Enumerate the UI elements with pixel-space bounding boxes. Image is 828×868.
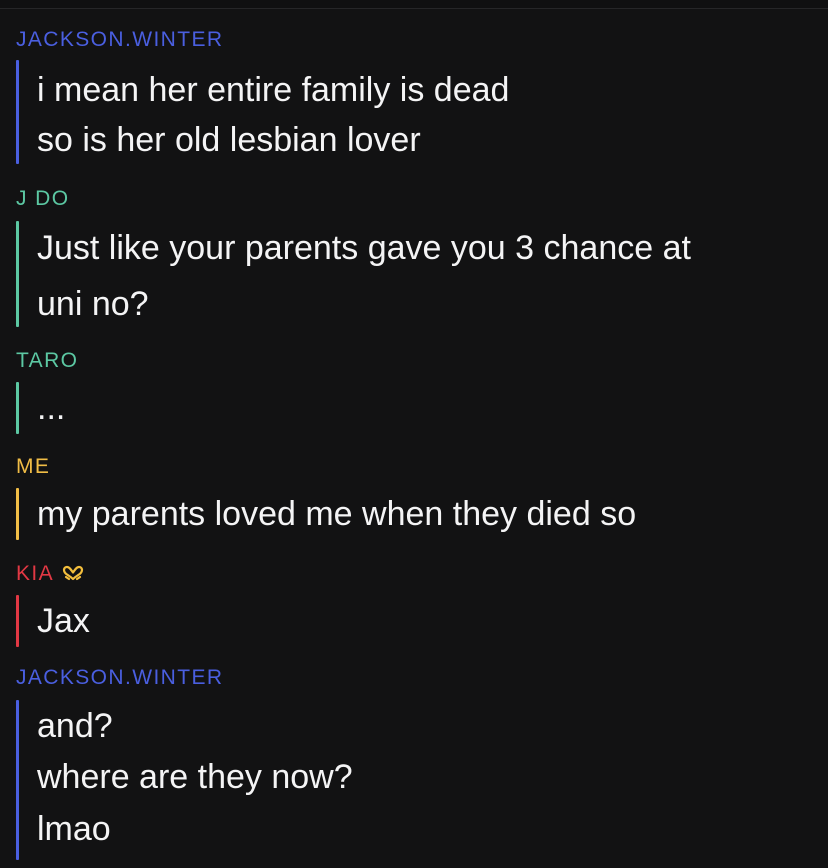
message-author-name: KIA (16, 562, 55, 585)
chat-log: JACKSON.WINTER i mean her entire family … (0, 0, 828, 868)
message-line: where are they now? (37, 758, 353, 796)
message-body: Jax (16, 595, 806, 647)
chat-message: JACKSON.WINTER and? where are they now? … (16, 666, 816, 860)
message-body: and? where are they now? lmao (16, 700, 806, 860)
message-author[interactable]: ME (16, 455, 816, 479)
message-line: so is her old lesbian lover (37, 121, 421, 159)
message-line: Jax (37, 602, 90, 640)
chat-message: TARO ... (16, 349, 816, 434)
message-line: ... (37, 389, 66, 427)
message-author[interactable]: J DO (16, 187, 816, 211)
message-author[interactable]: JACKSON.WINTER (16, 28, 816, 52)
message-color-bar (16, 488, 19, 540)
message-body: ... (16, 382, 806, 434)
chat-message: JACKSON.WINTER i mean her entire family … (16, 28, 816, 164)
message-line: and? (37, 707, 113, 745)
heart-hands-emoji-icon (62, 563, 84, 581)
message-line: lmao (37, 810, 111, 848)
message-color-bar (16, 595, 19, 647)
message-line: i mean her entire family is dead (37, 71, 510, 109)
message-body: my parents loved me when they died so (16, 488, 806, 540)
message-body: i mean her entire family is dead so is h… (16, 60, 806, 164)
chat-message: J DO Just like your parents gave you 3 c… (16, 187, 816, 327)
chat-message: KIA Jax (16, 562, 816, 647)
message-line: Just like your parents gave you 3 chance… (37, 229, 691, 267)
message-color-bar (16, 60, 19, 164)
chat-message: ME my parents loved me when they died so (16, 455, 816, 540)
message-body: Just like your parents gave you 3 chance… (16, 221, 806, 327)
message-color-bar (16, 221, 19, 327)
message-color-bar (16, 382, 19, 434)
message-line: my parents loved me when they died so (37, 495, 637, 533)
message-author[interactable]: JACKSON.WINTER (16, 666, 816, 690)
message-line: uni no? (37, 285, 149, 323)
message-author[interactable]: KIA (16, 562, 816, 586)
message-author[interactable]: TARO (16, 349, 816, 373)
message-color-bar (16, 700, 19, 860)
